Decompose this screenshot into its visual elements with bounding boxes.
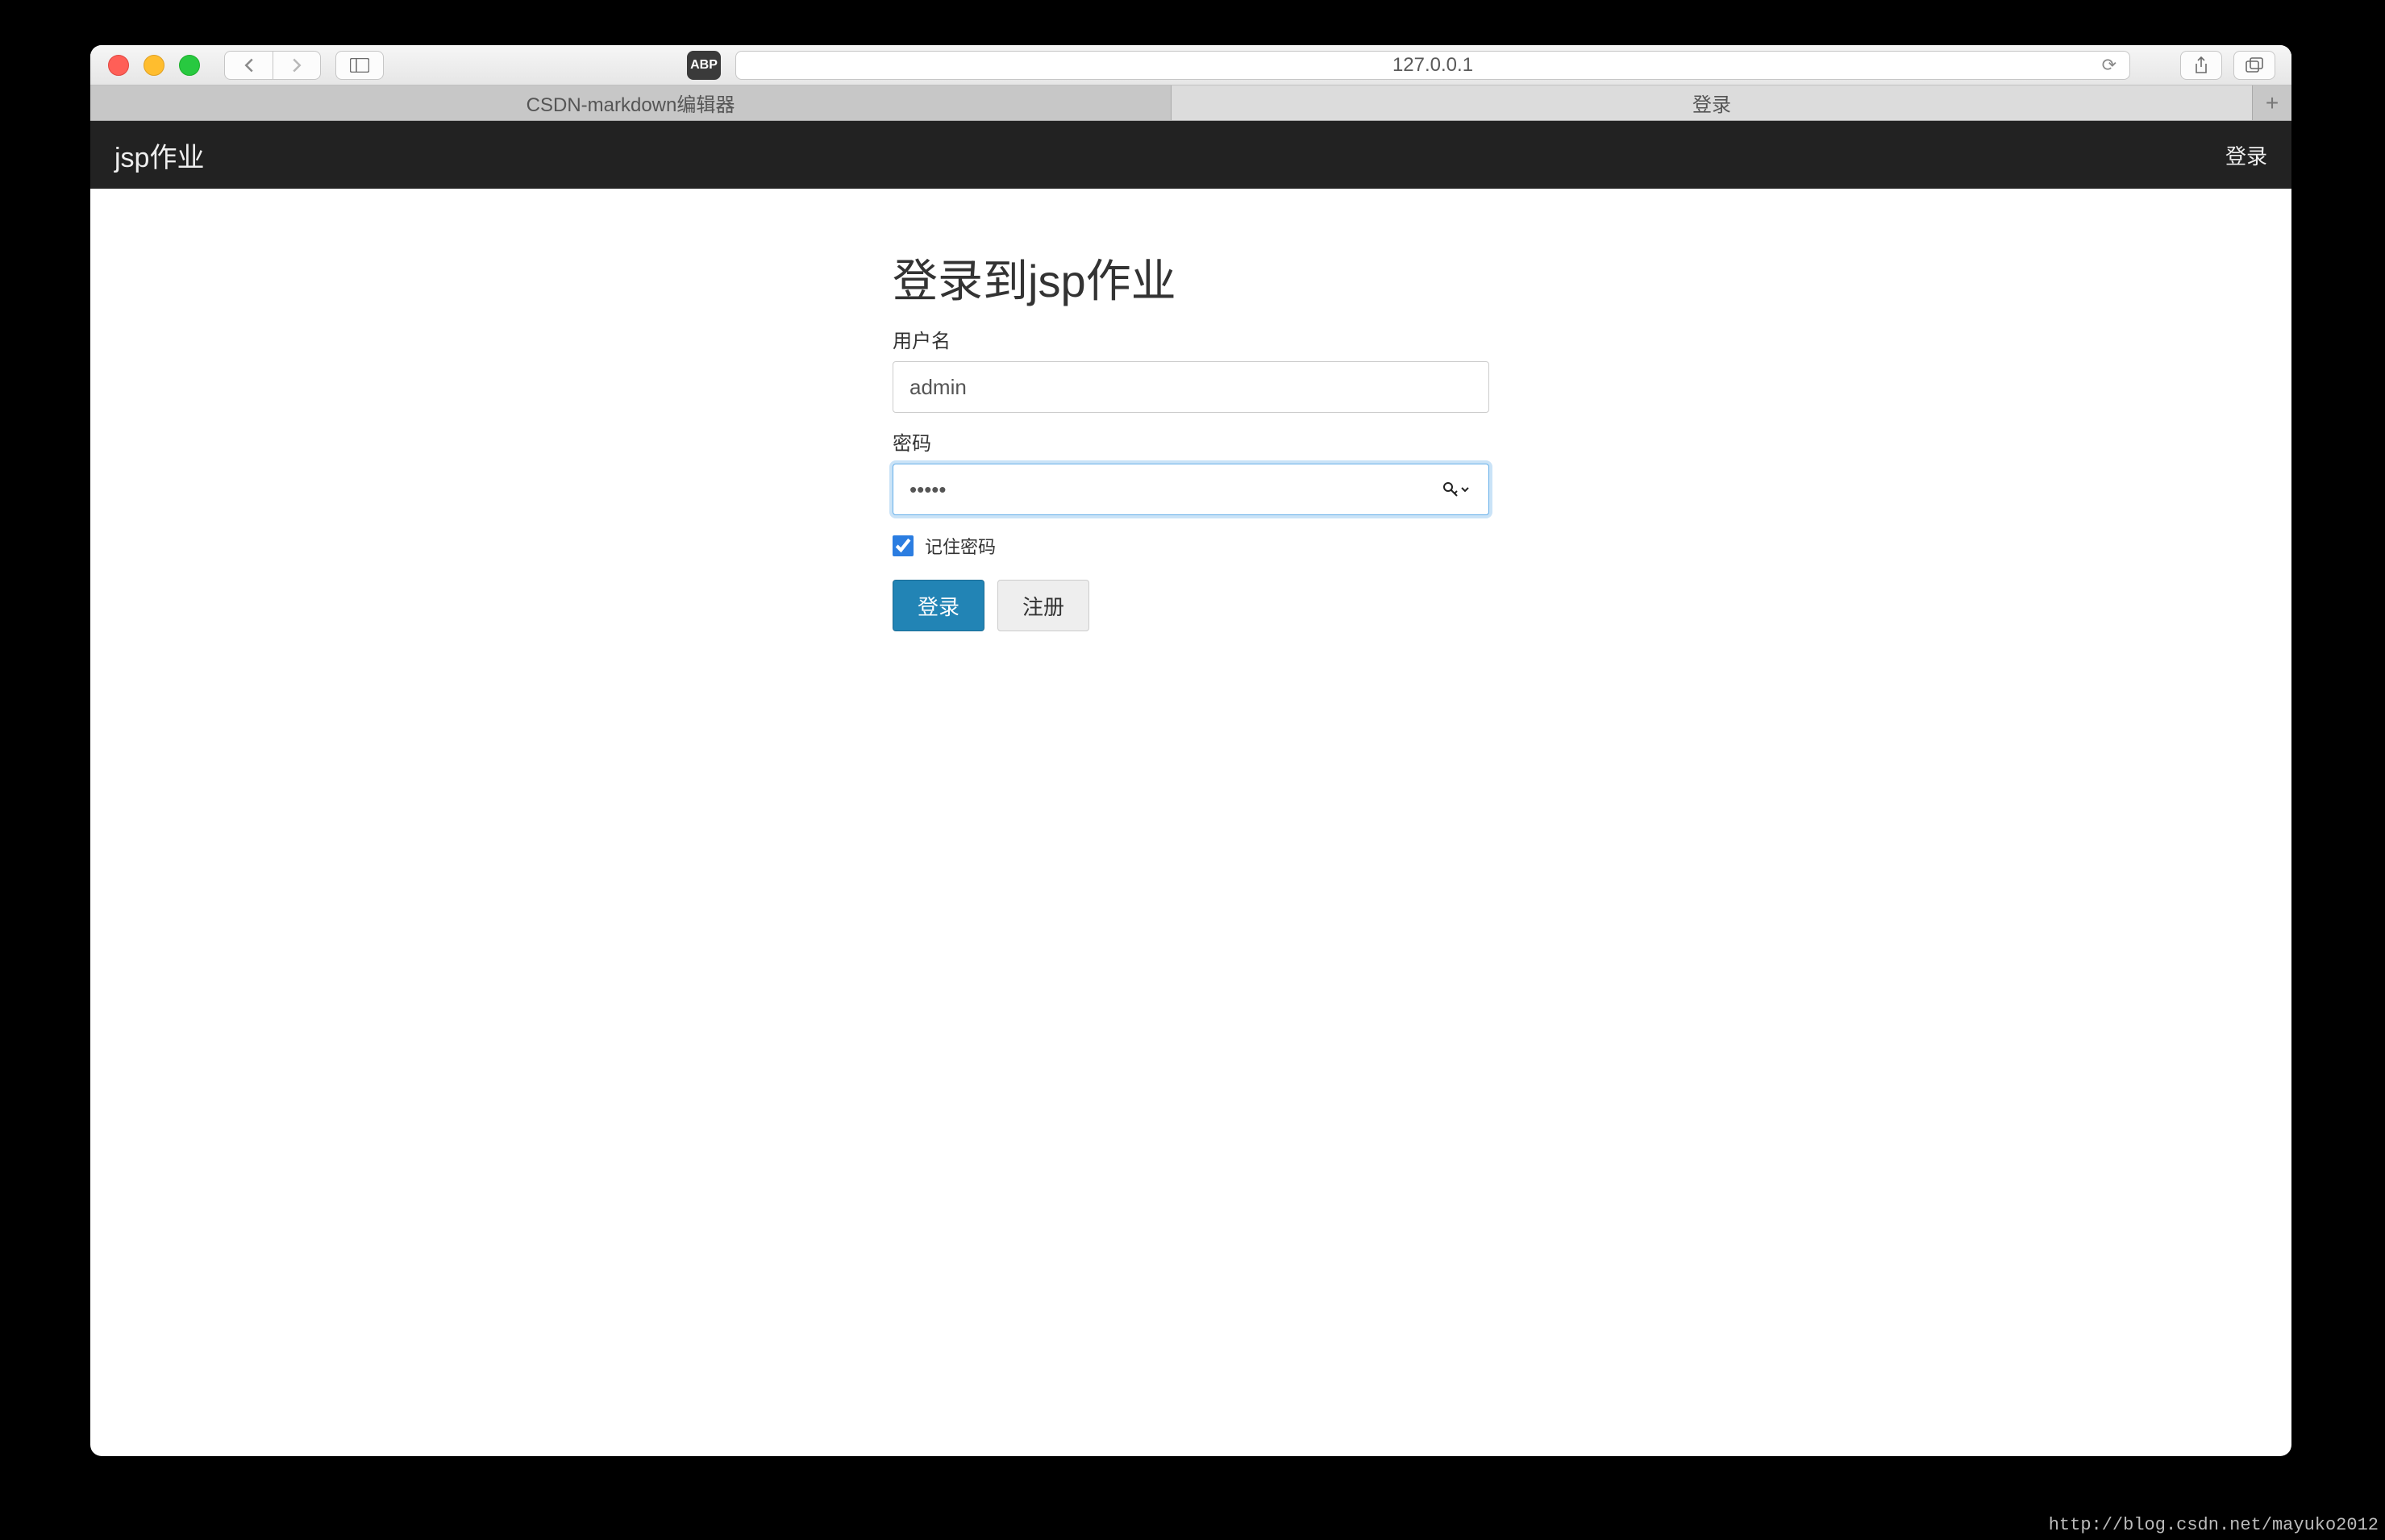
key-icon[interactable] bbox=[1442, 481, 1470, 497]
page-content: 登录到jsp作业 用户名 密码 记住密码 登录 注册 bbox=[90, 189, 2291, 631]
toolbar-right bbox=[2180, 51, 2275, 80]
address-bar[interactable]: 127.0.0.1 ⟳ bbox=[735, 51, 2130, 80]
close-icon[interactable] bbox=[108, 55, 129, 76]
button-row: 登录 注册 bbox=[893, 580, 1489, 631]
new-tab-button[interactable]: + bbox=[2253, 85, 2291, 120]
chevron-down-icon bbox=[1460, 485, 1470, 494]
brand-title: jsp作业 bbox=[114, 135, 204, 175]
watermark-text: http://blog.csdn.net/mayuko2012 bbox=[2049, 1515, 2379, 1535]
app-header: jsp作业 登录 bbox=[90, 121, 2291, 189]
password-input[interactable] bbox=[893, 464, 1489, 515]
tab-bar: CSDN-markdown编辑器 登录 + bbox=[90, 85, 2291, 121]
sidebar-icon bbox=[351, 58, 369, 72]
tabs-button[interactable] bbox=[2233, 51, 2275, 80]
maximize-icon[interactable] bbox=[179, 55, 200, 76]
remember-checkbox[interactable] bbox=[893, 535, 914, 556]
register-button[interactable]: 注册 bbox=[997, 580, 1089, 631]
back-button[interactable] bbox=[224, 51, 273, 80]
forward-button[interactable] bbox=[273, 51, 321, 80]
share-button[interactable] bbox=[2180, 51, 2222, 80]
password-label: 密码 bbox=[893, 427, 1489, 456]
tab-label: 登录 bbox=[1692, 89, 1731, 117]
username-label: 用户名 bbox=[893, 325, 1489, 353]
remember-label: 记住密码 bbox=[925, 533, 996, 559]
login-form: 登录到jsp作业 用户名 密码 记住密码 登录 注册 bbox=[893, 245, 1489, 631]
remember-row[interactable]: 记住密码 bbox=[893, 533, 1489, 559]
submit-button[interactable]: 登录 bbox=[893, 580, 984, 631]
minimize-icon[interactable] bbox=[144, 55, 164, 76]
tab-csdn[interactable]: CSDN-markdown编辑器 bbox=[90, 85, 1172, 120]
tab-login[interactable]: 登录 bbox=[1172, 85, 2253, 120]
username-wrap bbox=[893, 361, 1489, 413]
share-icon bbox=[2194, 56, 2208, 74]
nav-buttons bbox=[224, 51, 321, 80]
traffic-lights bbox=[90, 55, 200, 76]
adblock-badge[interactable]: ABP bbox=[687, 51, 721, 80]
password-wrap bbox=[893, 464, 1489, 515]
tabs-icon bbox=[2246, 57, 2263, 73]
form-heading: 登录到jsp作业 bbox=[893, 245, 1489, 310]
chevron-left-icon bbox=[246, 59, 252, 71]
tab-label: CSDN-markdown编辑器 bbox=[527, 89, 735, 117]
browser-window: ABP 127.0.0.1 ⟳ CSDN-markdown编辑器 登录 + js… bbox=[90, 45, 2291, 1456]
reload-icon[interactable]: ⟳ bbox=[2102, 55, 2117, 76]
sidebar-toggle-button[interactable] bbox=[335, 51, 384, 80]
username-input[interactable] bbox=[893, 361, 1489, 413]
titlebar: ABP 127.0.0.1 ⟳ bbox=[90, 45, 2291, 85]
chevron-right-icon bbox=[293, 59, 300, 71]
address-text: 127.0.0.1 bbox=[1392, 54, 1473, 77]
login-link[interactable]: 登录 bbox=[2225, 140, 2267, 170]
